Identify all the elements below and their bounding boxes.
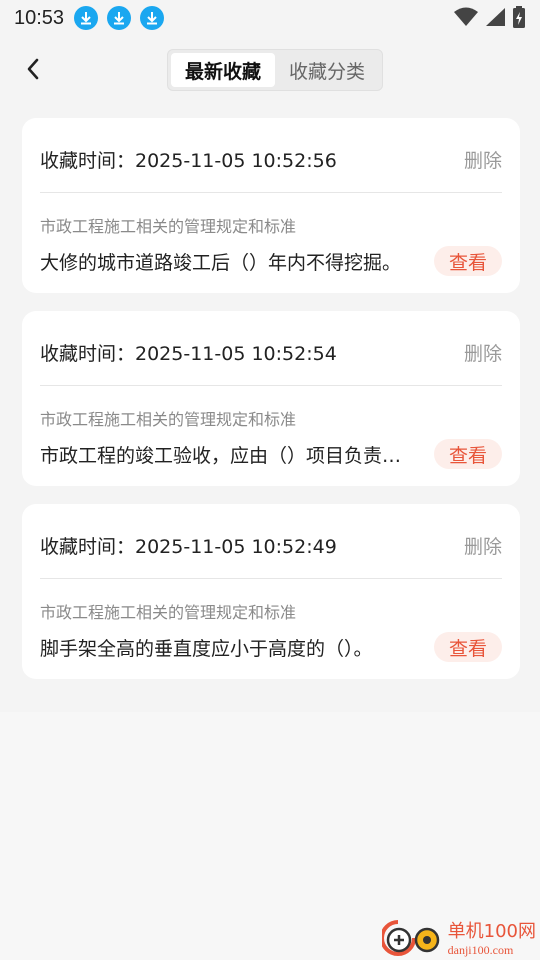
download-icon xyxy=(74,6,99,30)
download-icon xyxy=(140,6,165,30)
question-text: 市政工程的竣工验收，应由（）项目负责… xyxy=(40,445,402,467)
favorites-list: 收藏时间：2025-11-05 10:52:56 删除 市政工程施工相关的管理规… xyxy=(22,118,520,697)
delete-button[interactable]: 删除 xyxy=(464,339,502,366)
empty-area: 单机100网 danji100.com xyxy=(0,712,540,960)
watermark-title: 单机100网 xyxy=(447,921,536,942)
watermark-url: danji100.com xyxy=(447,943,514,957)
favorite-card: 收藏时间：2025-11-05 10:52:54 删除 市政工程施工相关的管理规… xyxy=(22,311,520,486)
favorite-card: 收藏时间：2025-11-05 10:52:56 删除 市政工程施工相关的管理规… xyxy=(22,118,520,293)
question-text: 大修的城市道路竣工后（）年内不得挖掘。 xyxy=(40,252,402,274)
status-bar: 10:53 xyxy=(0,0,540,36)
watermark-text: 单机100网 danji100.com xyxy=(448,917,536,958)
divider xyxy=(40,385,502,386)
header: 最新收藏 收藏分类 xyxy=(0,36,540,102)
divider xyxy=(40,578,502,579)
favorite-time: 收藏时间：2025-11-05 10:52:49 xyxy=(40,536,337,558)
question-text: 脚手架全高的垂直度应小于高度的（）。 xyxy=(40,638,373,660)
tab-favorite-categories[interactable]: 收藏分类 xyxy=(275,53,379,87)
question-category: 市政工程施工相关的管理规定和标准 xyxy=(40,217,297,236)
wifi-icon xyxy=(454,7,478,26)
status-icons xyxy=(454,6,526,28)
battery-icon xyxy=(513,6,525,28)
question-category: 市政工程施工相关的管理规定和标准 xyxy=(40,410,297,429)
tab-switcher: 最新收藏 收藏分类 xyxy=(167,49,383,91)
back-button[interactable] xyxy=(18,54,48,84)
favorite-card: 收藏时间：2025-11-05 10:52:49 删除 市政工程施工相关的管理规… xyxy=(22,504,520,679)
delete-button[interactable]: 删除 xyxy=(464,532,502,559)
download-icon xyxy=(107,6,132,30)
view-button[interactable]: 查看 xyxy=(434,632,502,662)
watermark-logo xyxy=(381,918,444,958)
tab-latest-favorites[interactable]: 最新收藏 xyxy=(171,53,275,87)
chevron-left-icon xyxy=(27,58,39,80)
status-time: 10:53 xyxy=(14,6,65,29)
favorite-time: 收藏时间：2025-11-05 10:52:54 xyxy=(40,343,337,365)
delete-button[interactable]: 删除 xyxy=(464,146,502,173)
watermark: 单机100网 danji100.com xyxy=(381,917,536,958)
signal-icon xyxy=(486,8,505,26)
divider xyxy=(40,192,502,193)
favorite-time: 收藏时间：2025-11-05 10:52:56 xyxy=(40,150,337,172)
question-category: 市政工程施工相关的管理规定和标准 xyxy=(40,603,297,622)
view-button[interactable]: 查看 xyxy=(434,246,502,276)
view-button[interactable]: 查看 xyxy=(434,439,502,469)
